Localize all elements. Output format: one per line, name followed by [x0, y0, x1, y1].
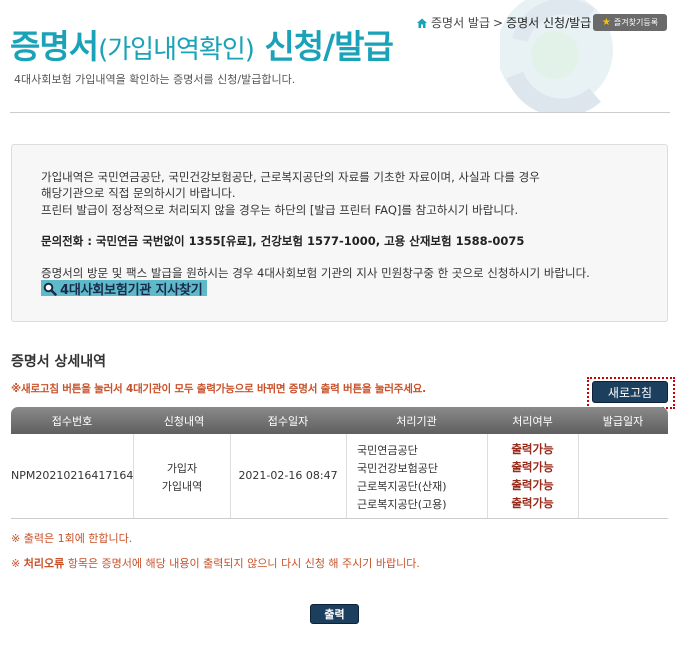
add-favorite-button[interactable]: ★ 즐겨찾기등록 [593, 14, 667, 31]
add-favorite-label: 즐겨찾기등록 [613, 18, 659, 27]
request-type: 가입내역 [161, 480, 203, 493]
error-note-rest: 항목은 증명서에 해당 내용이 출력되지 않으니 다시 신청 해 주시기 바랍니… [64, 557, 420, 570]
branch-search-label: 4대사회보험기관 지사찾기 [60, 282, 203, 298]
column-header: 접수일자 [267, 415, 309, 428]
table-row-border [11, 518, 668, 519]
title-rest: 신청/발급 [253, 27, 393, 66]
agency-name: 국민건강보험공단 [357, 462, 438, 475]
column-divider [578, 434, 579, 518]
request-type: 가입자 [166, 462, 198, 475]
error-note: ※ 처리오류 항목은 증명서에 해당 내용이 출력되지 않으니 다시 신청 해 … [11, 555, 420, 571]
receipt-number: NPM20210216417164 [11, 469, 134, 482]
refresh-button[interactable]: 새로고침 [592, 381, 668, 403]
page-subtitle: 4대사회보험 가입내역을 확인하는 증명서를 신청/발급합니다. [14, 73, 296, 86]
column-header: 접수번호 [51, 415, 93, 428]
status-badge: 출력가능 [511, 478, 554, 492]
breadcrumb: 증명서 발급 > 증명서 신청/발급 [416, 14, 591, 31]
print-once-note: ※ 출력은 1회에 한합니다. [11, 532, 133, 545]
agency-name: 국민연금공단 [357, 444, 418, 457]
column-divider [133, 434, 134, 518]
section-title: 증명서 상세내역 [11, 354, 107, 370]
status-badge: 출력가능 [511, 496, 554, 510]
column-header: 처리기관 [396, 415, 437, 428]
print-button[interactable]: 출력 [310, 604, 359, 624]
branch-search-link[interactable]: 4대사회보험기관 지사찾기 [41, 280, 207, 298]
error-note-bold: 처리오류 [23, 557, 65, 570]
refresh-notice: ※새로고침 버튼을 눌러서 4대기관이 모두 출력가능으로 바뀌면 증명서 출력… [11, 383, 426, 395]
breadcrumb-separator: > [493, 15, 504, 30]
page-title: 증명서(가입내역확인) 신청/발급 [10, 20, 394, 68]
agency-name: 근로복지공단(고용) [357, 498, 447, 511]
header-divider [10, 112, 670, 113]
column-header: 발급일자 [602, 415, 644, 428]
error-note-prefix: ※ [11, 557, 24, 570]
contact-phone: 문의전화 : 국민연금 국번없이 1355[유료], 건강보험 1577-100… [41, 234, 525, 248]
status-badge: 출력가능 [511, 442, 554, 456]
breadcrumb-current: 증명서 신청/발급 [506, 16, 592, 30]
column-header: 신청내역 [163, 415, 205, 428]
info-line: 가입내역은 국민연금공단, 국민건강보험공단, 근로복지공단의 자료를 기초한 … [41, 170, 540, 184]
status-badge: 출력가능 [511, 460, 554, 474]
column-divider [346, 434, 347, 518]
star-icon: ★ [601, 17, 611, 28]
title-main: 증명서 [10, 27, 99, 66]
title-paren: (가입내역확인) [98, 35, 255, 65]
column-header: 처리여부 [512, 415, 553, 428]
agency-name: 근로복지공단(산재) [357, 480, 447, 493]
info-line: 해당기관으로 직접 문의하시기 바랍니다. [41, 186, 236, 200]
home-icon[interactable] [416, 17, 428, 29]
breadcrumb-item[interactable]: 증명서 발급 [431, 14, 490, 31]
search-icon [43, 281, 57, 296]
info-line: 프린터 발급이 정상적으로 처리되지 않을 경우는 하단의 [발급 프린터 FA… [41, 203, 519, 217]
receipt-date: 2021-02-16 08:47 [238, 469, 338, 482]
